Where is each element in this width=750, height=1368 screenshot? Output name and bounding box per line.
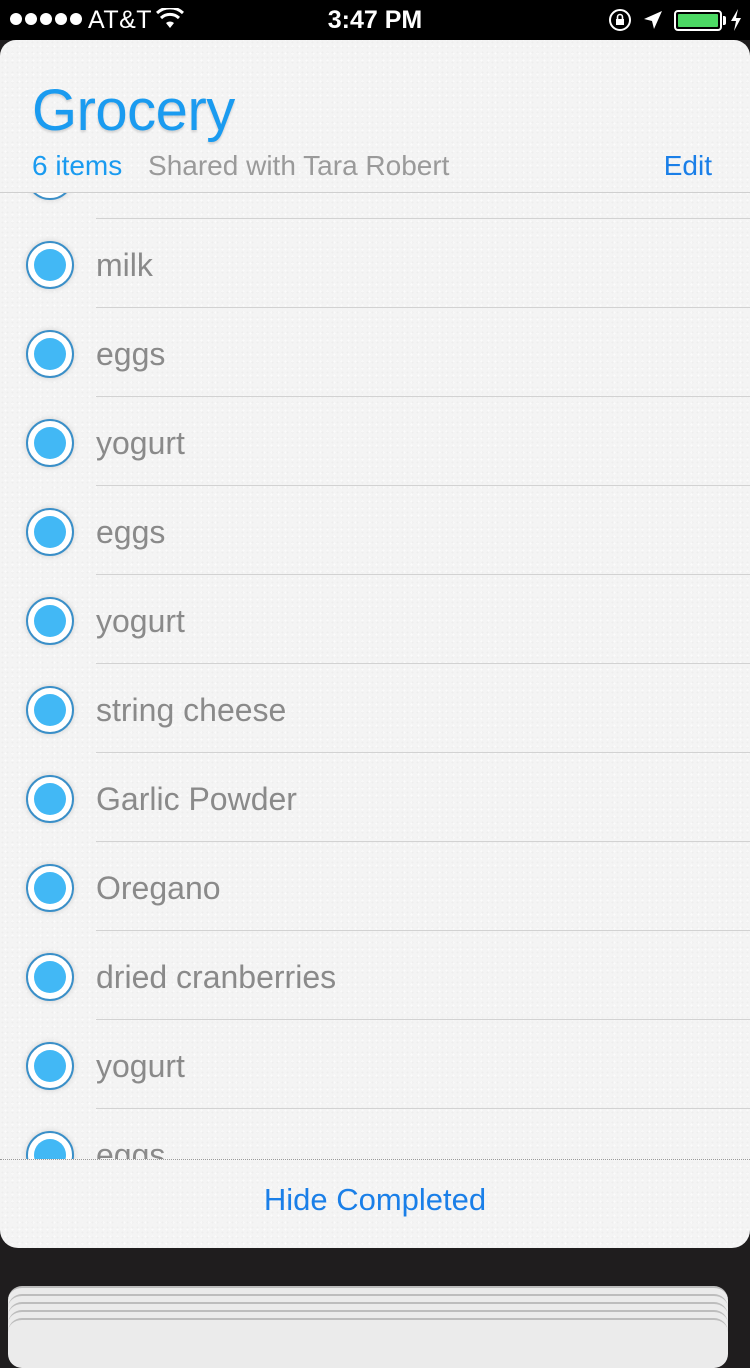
location-arrow-icon [644, 11, 662, 29]
checkbox-fill-icon [34, 961, 66, 993]
reminder-label[interactable]: eggs [96, 1135, 165, 1159]
completion-checkbox[interactable] [26, 1042, 74, 1090]
reminder-row[interactable]: yogurt [0, 397, 750, 486]
battery-icon [674, 10, 722, 31]
reminder-row[interactable]: yogurt [0, 1020, 750, 1109]
reminder-label[interactable]: eggs [96, 512, 165, 552]
completion-checkbox[interactable] [26, 193, 74, 200]
reminder-row[interactable]: Garlic Powder [0, 753, 750, 842]
reminder-list-scroll: milk eggs yogurt eggs yogurt string cheese Gar… [0, 193, 750, 1159]
reminder-label[interactable]: Oregano [96, 868, 221, 908]
reminder-label[interactable]: milk [96, 245, 153, 285]
checkbox-fill-icon [34, 694, 66, 726]
list-footer: Hide Completed [0, 1159, 750, 1248]
checkbox-fill-icon [34, 605, 66, 637]
completion-checkbox[interactable] [26, 1131, 74, 1159]
completion-checkbox[interactable] [26, 241, 74, 289]
completion-checkbox[interactable] [26, 597, 74, 645]
reminder-row[interactable]: eggs [0, 308, 750, 397]
reminder-list[interactable]: milk eggs yogurt eggs yogurt string cheese Gar… [0, 193, 750, 1159]
reminder-label[interactable]: dried cranberries [96, 957, 336, 997]
reminder-row[interactable]: eggs [0, 486, 750, 575]
completion-checkbox[interactable] [26, 864, 74, 912]
edit-button[interactable]: Edit [664, 148, 712, 184]
checkbox-fill-icon [34, 783, 66, 815]
shared-with-label: Shared with Tara Robert [148, 150, 450, 181]
list-meta: 6 items Shared with Tara Robert Edit [32, 148, 712, 184]
reminder-label[interactable]: Garlic Powder [96, 779, 297, 819]
reminder-row[interactable]: milk [0, 219, 750, 308]
checkbox-fill-icon [34, 427, 66, 459]
rotation-lock-icon [609, 9, 631, 31]
checkbox-fill-icon [34, 516, 66, 548]
stacked-lists[interactable] [8, 1286, 728, 1368]
reminders-list-card: Grocery 6 items Shared with Tara Robert … [0, 40, 750, 1248]
reminder-row[interactable]: string cheese [0, 664, 750, 753]
stacked-list-card [8, 1318, 728, 1368]
checkbox-fill-icon [34, 1050, 66, 1082]
reminder-row[interactable]: yogurt [0, 575, 750, 664]
reminder-label[interactable]: yogurt [96, 1046, 185, 1086]
status-time: 3:47 PM [327, 6, 423, 34]
reminder-row[interactable]: Oregano [0, 842, 750, 931]
reminder-label[interactable]: yogurt [96, 601, 185, 641]
checkbox-fill-icon [34, 338, 66, 370]
completion-checkbox[interactable] [26, 775, 74, 823]
completion-checkbox[interactable] [26, 953, 74, 1001]
list-title[interactable]: Grocery [32, 76, 235, 146]
completion-checkbox[interactable] [26, 508, 74, 556]
reminder-label[interactable]: eggs [96, 334, 165, 374]
status-bar: AT&T 3:47 PM [0, 0, 750, 40]
checkbox-fill-icon [34, 249, 66, 281]
charging-bolt-icon [731, 9, 741, 31]
hide-completed-button[interactable]: Hide Completed [0, 1182, 750, 1218]
checkbox-fill-icon [34, 872, 66, 904]
reminder-row[interactable] [0, 193, 750, 219]
reminder-row[interactable]: eggs [0, 1109, 750, 1159]
checkbox-fill-icon [34, 1139, 66, 1159]
reminder-label[interactable]: yogurt [96, 423, 185, 463]
reminder-label[interactable]: string cheese [96, 690, 286, 730]
completion-checkbox[interactable] [26, 419, 74, 467]
completion-checkbox[interactable] [26, 330, 74, 378]
reminder-row[interactable]: dried cranberries [0, 931, 750, 1020]
completion-checkbox[interactable] [26, 686, 74, 734]
item-count: 6 items [32, 150, 123, 181]
battery-tip [723, 16, 726, 25]
